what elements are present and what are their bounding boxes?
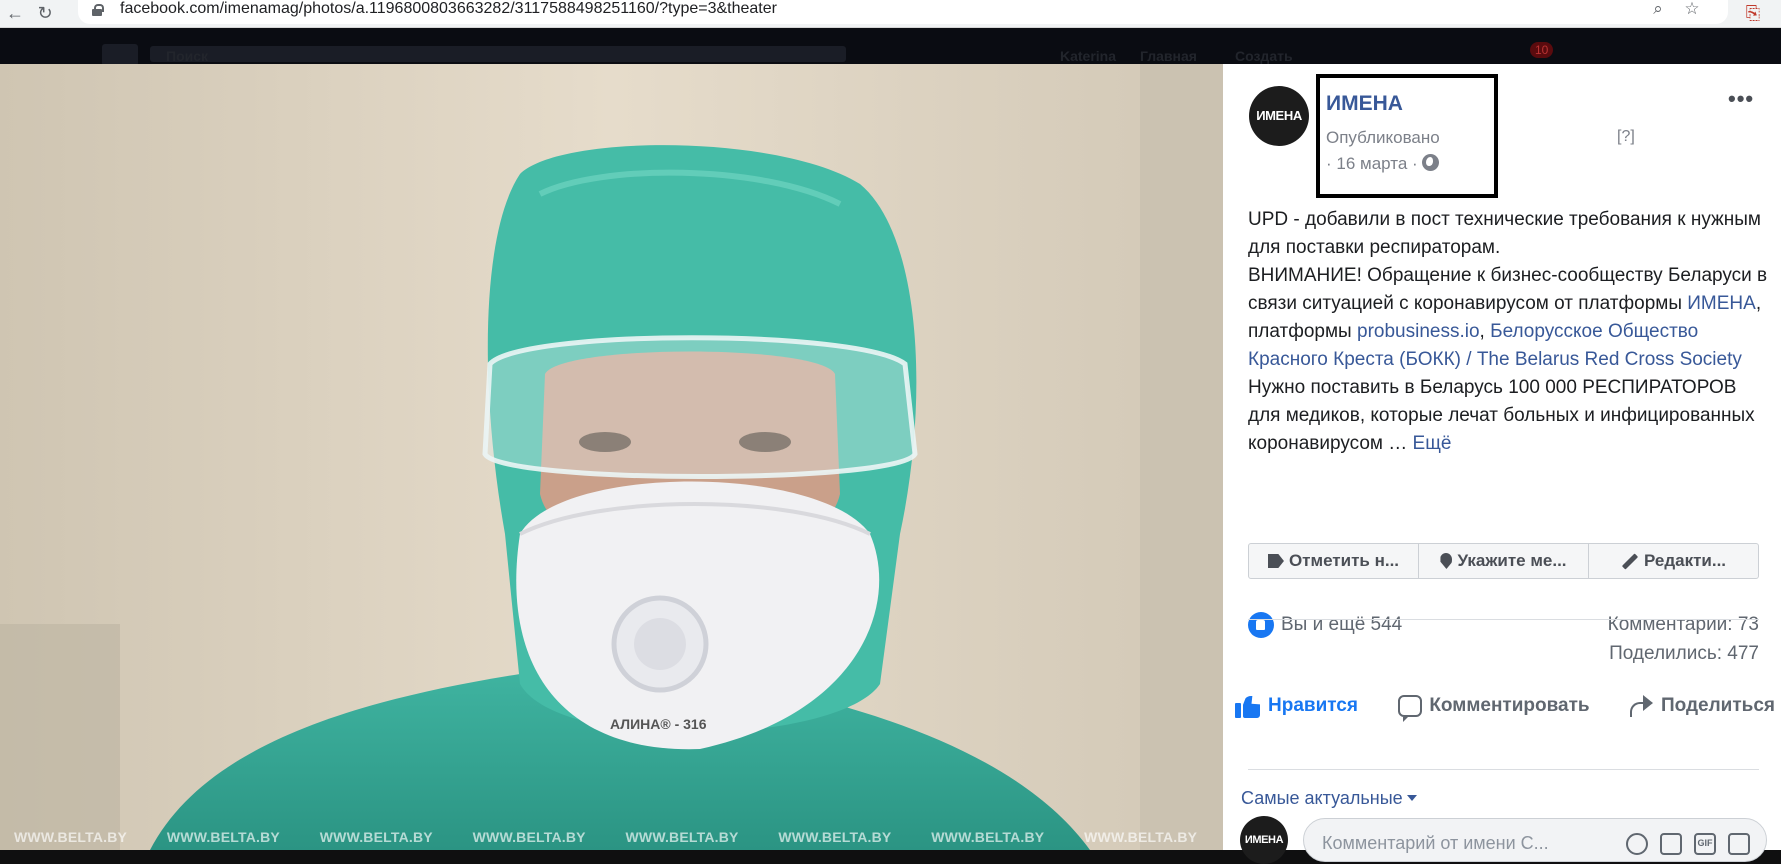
reaction-summary: Вы и ещё 544 Комментарии: 73 Поделились:… [1248, 612, 1759, 676]
watermark-strip: WWW.BELTA.BY WWW.BELTA.BY WWW.BELTA.BY W… [0, 826, 1223, 848]
address-bar[interactable]: facebook.com/imenamag/photos/a.119680080… [78, 0, 1728, 24]
share-arrow-icon [1629, 696, 1654, 717]
home-link[interactable]: Главная [1140, 48, 1197, 64]
photo-actions: Отметить н... Укажите ме... Редакти... [1248, 543, 1759, 579]
post-photo[interactable]: АЛИНА® - 316 WWW.BELTA.BY WWW.BELTA.BY W… [0, 64, 1223, 850]
camera-icon[interactable] [1660, 833, 1682, 855]
url-text: facebook.com/imenamag/photos/a.119680080… [120, 0, 777, 17]
published-label: Опубликовано [1326, 128, 1440, 147]
zoom-icon[interactable]: ⌕ [1648, 0, 1668, 20]
watermark: WWW.BELTA.BY [931, 829, 1045, 845]
comment-placeholder: Комментарий от имени С... [1322, 833, 1549, 853]
watermark: WWW.BELTA.BY [1084, 829, 1198, 845]
emoji-icon[interactable] [1626, 833, 1648, 855]
pencil-icon [1621, 552, 1639, 570]
like-reaction-icon[interactable] [1248, 612, 1274, 638]
divider [1248, 769, 1759, 770]
create-link[interactable]: Создать [1235, 48, 1293, 64]
browser-toolbar: ← ↻ facebook.com/imenamag/photos/a.11968… [0, 0, 1781, 28]
watermark: WWW.BELTA.BY [472, 829, 586, 845]
edit-button[interactable]: Редакти... [1589, 544, 1758, 578]
post-sidebar: ИМЕНА ИМЕНА Опубликовано · 16 марта · [?… [1223, 64, 1781, 864]
comment-button[interactable]: Комментировать [1398, 695, 1590, 722]
reaction-bar: Нравится Комментировать Поделиться [1235, 686, 1775, 726]
tag-icon [1267, 554, 1284, 568]
more-options-icon[interactable]: ••• [1728, 86, 1754, 112]
mask-label: АЛИНА® - 316 [610, 716, 707, 732]
comment-bubble-icon [1398, 695, 1423, 722]
watermark: WWW.BELTA.BY [778, 829, 892, 845]
page-name-link[interactable]: ИМЕНА [1326, 92, 1403, 116]
facebook-header-dimmed: Поиск Katerina Главная Создать 10 [0, 28, 1781, 66]
page-avatar[interactable]: ИМЕНА [1249, 86, 1309, 146]
profile-link[interactable]: Katerina [1060, 48, 1116, 64]
imena-link[interactable]: ИМЕНА [1687, 293, 1756, 314]
search-input[interactable] [150, 46, 846, 62]
watermark: WWW.BELTA.BY [319, 829, 433, 845]
help-link[interactable]: [?] [1617, 128, 1635, 146]
bookmark-star-icon[interactable]: ☆ [1682, 0, 1702, 20]
medical-worker-photo: АЛИНА® - 316 [0, 64, 1223, 850]
post-date[interactable]: · 16 марта · [1326, 154, 1440, 174]
pdf-extension-icon[interactable]: ⎘ [1742, 2, 1764, 24]
post-text: UPD - добавили в пост технические требов… [1248, 209, 1768, 454]
location-pin-icon [1440, 553, 1453, 569]
watermark: WWW.BELTA.BY [14, 829, 128, 845]
watermark: WWW.BELTA.BY [166, 829, 280, 845]
tag-photo-button[interactable]: Отметить н... [1249, 544, 1419, 578]
reload-icon[interactable]: ↻ [34, 2, 56, 24]
shares-count[interactable]: Поделились: 477 [1609, 643, 1759, 665]
search-placeholder: Поиск [166, 48, 209, 64]
notifications-badge[interactable]: 10 [1530, 42, 1554, 58]
sticker-icon[interactable] [1728, 833, 1750, 855]
add-location-button[interactable]: Укажите ме... [1419, 544, 1589, 578]
divider [1248, 619, 1759, 620]
lock-icon [92, 4, 104, 16]
globe-icon [1422, 154, 1440, 171]
likes-count[interactable]: Вы и ещё 544 [1281, 614, 1402, 636]
comments-count[interactable]: Комментарии: 73 [1608, 614, 1759, 636]
post-paragraph-1: UPD - добавили в пост технические требов… [1248, 209, 1761, 258]
see-more-link[interactable]: Ещё [1413, 433, 1452, 454]
back-icon[interactable]: ← [4, 2, 26, 24]
watermark: WWW.BELTA.BY [625, 829, 739, 845]
share-button[interactable]: Поделиться [1629, 695, 1775, 717]
comment-input[interactable]: Комментарий от имени С... GIF [1303, 818, 1767, 862]
comment-sort-dropdown[interactable]: Самые актуальные [1241, 788, 1417, 809]
thumbs-up-icon [1235, 694, 1261, 718]
date-text[interactable]: · 16 марта · [1326, 154, 1418, 173]
caret-down-icon [1406, 795, 1417, 801]
gif-icon[interactable]: GIF [1694, 833, 1716, 855]
like-button[interactable]: Нравится [1235, 694, 1358, 718]
probusiness-link[interactable]: probusiness.io [1357, 321, 1480, 342]
commenter-avatar[interactable]: ИМЕНА [1240, 816, 1288, 864]
facebook-logo-icon[interactable] [102, 44, 138, 66]
